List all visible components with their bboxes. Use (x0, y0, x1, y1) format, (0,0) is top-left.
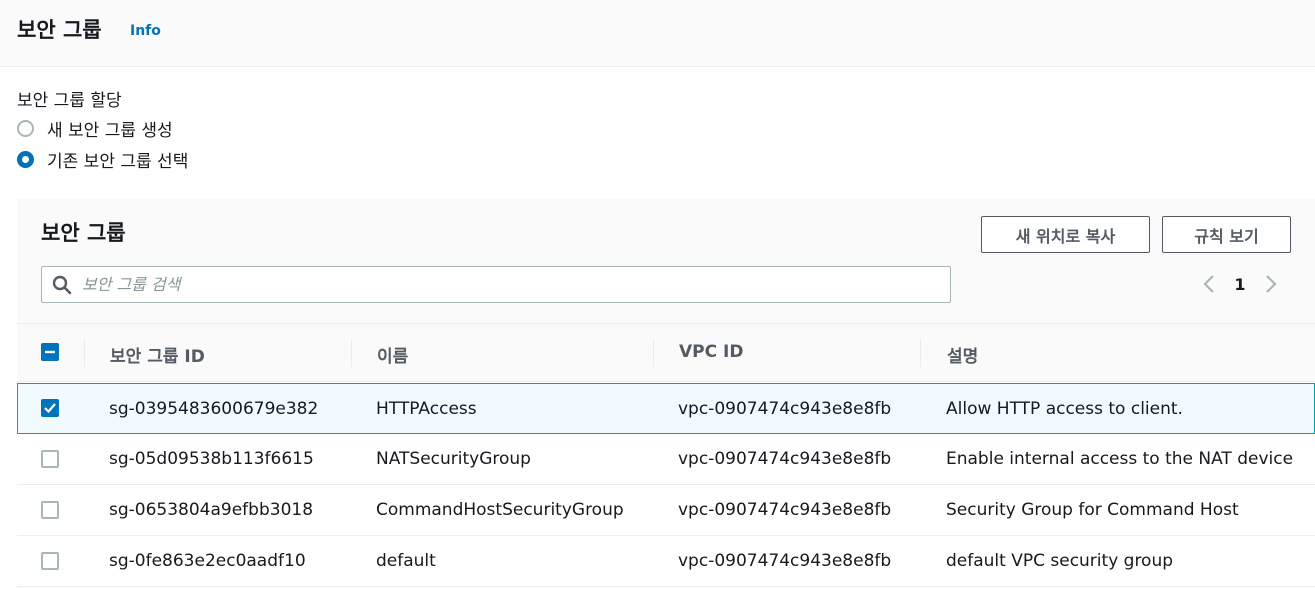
table-row[interactable]: sg-05d09538b113f6615 NATSecurityGroup vp… (17, 434, 1315, 485)
column-divider (653, 339, 654, 367)
copy-to-new-button[interactable]: 새 위치로 복사 (981, 216, 1150, 253)
cell-name: NATSecurityGroup (376, 449, 531, 469)
chevron-left-icon[interactable] (1197, 272, 1221, 296)
column-header-id[interactable]: 보안 그룹 ID (110, 342, 205, 367)
row-checkbox[interactable] (41, 501, 59, 519)
view-rules-button[interactable]: 규칙 보기 (1162, 216, 1291, 253)
cell-name: CommandHostSecurityGroup (376, 500, 624, 520)
column-divider (920, 339, 921, 367)
pagination: 1 (1197, 272, 1283, 296)
cell-id: sg-0395483600679e382 (109, 399, 319, 419)
panel-title: 보안 그룹 (41, 221, 126, 245)
assignment-label: 보안 그룹 할당 (17, 91, 122, 111)
table-row[interactable]: sg-0395483600679e382 HTTPAccess vpc-0907… (17, 383, 1315, 434)
row-checkbox[interactable] (41, 552, 59, 570)
security-group-panel: 보안 그룹 새 위치로 복사 규칙 보기 1 (17, 199, 1315, 323)
radio-circle-checked[interactable] (17, 151, 34, 168)
cell-vpc: vpc-0907474c943e8e8fb (678, 551, 892, 571)
column-divider (84, 339, 85, 367)
cell-id: sg-05d09538b113f6615 (109, 449, 314, 469)
row-checkbox[interactable] (41, 450, 59, 468)
cell-vpc: vpc-0907474c943e8e8fb (678, 500, 892, 520)
select-all-checkbox[interactable] (41, 343, 59, 361)
check-icon (44, 403, 56, 414)
column-divider (351, 339, 352, 367)
chevron-right-icon[interactable] (1259, 272, 1283, 296)
radio-label: 새 보안 그룹 생성 (47, 121, 173, 141)
table-row[interactable]: sg-0fe863e2ec0aadf10 default vpc-0907474… (17, 536, 1315, 587)
page-number[interactable]: 1 (1221, 275, 1259, 294)
search-input[interactable] (82, 275, 932, 294)
table-row[interactable]: sg-0653804a9efbb3018 CommandHostSecurity… (17, 485, 1315, 536)
column-header-vpc[interactable]: VPC ID (679, 342, 743, 362)
column-header-name[interactable]: 이름 (377, 342, 408, 367)
column-header-desc[interactable]: 설명 (947, 342, 978, 367)
cell-desc: Enable internal access to the NAT device (946, 449, 1294, 469)
cell-desc: Allow HTTP access to client. (946, 399, 1183, 419)
section-header: 보안 그룹 Info (0, 0, 1315, 67)
search-box[interactable] (41, 266, 951, 303)
radio-create-new[interactable]: 새 보안 그룹 생성 (17, 116, 173, 141)
cell-name: default (376, 551, 436, 571)
indeterminate-icon (45, 350, 55, 354)
radio-select-existing[interactable]: 기존 보안 그룹 선택 (17, 147, 188, 172)
cell-desc: Security Group for Command Host (946, 500, 1239, 520)
info-link[interactable]: Info (130, 23, 161, 39)
cell-vpc: vpc-0907474c943e8e8fb (678, 399, 892, 419)
radio-circle-unchecked[interactable] (17, 120, 34, 137)
cell-desc: default VPC security group (946, 551, 1174, 571)
cell-vpc: vpc-0907474c943e8e8fb (678, 449, 892, 469)
radio-label: 기존 보안 그룹 선택 (47, 152, 189, 172)
table-header: 보안 그룹 ID 이름 VPC ID 설명 (17, 323, 1315, 382)
row-checkbox[interactable] (41, 399, 59, 417)
cell-name: HTTPAccess (376, 399, 477, 419)
search-icon (42, 266, 82, 303)
cell-id: sg-0fe863e2ec0aadf10 (109, 551, 306, 571)
section-title: 보안 그룹 (17, 18, 102, 42)
cell-id: sg-0653804a9efbb3018 (109, 500, 314, 520)
